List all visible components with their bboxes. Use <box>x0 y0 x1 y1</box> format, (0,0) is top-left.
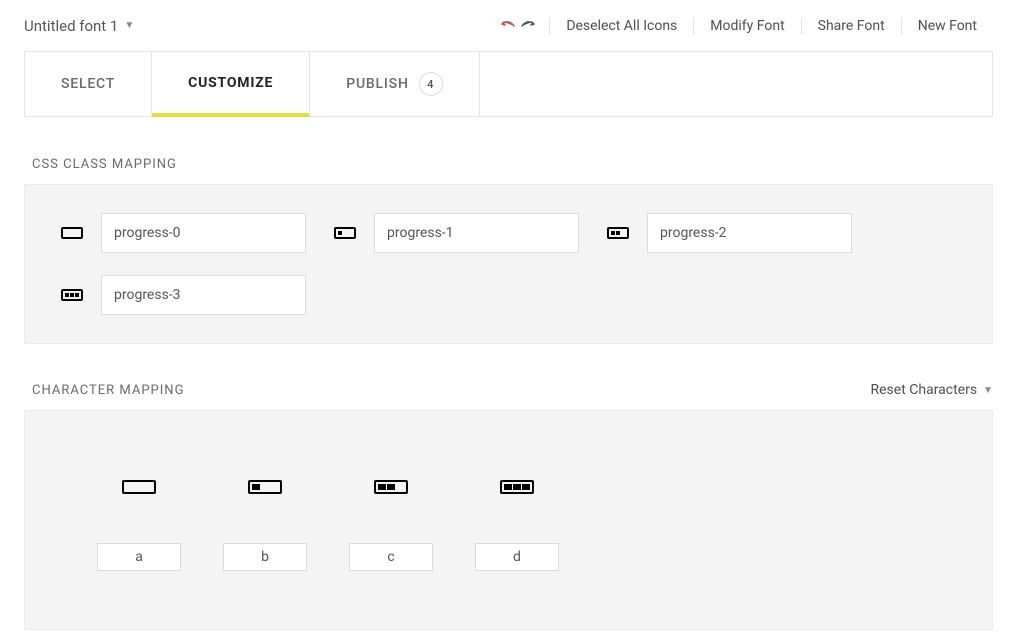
char-map-item <box>97 463 181 571</box>
css-map-item <box>61 213 306 253</box>
font-title-label: Untitled font 1 <box>24 17 118 35</box>
tab-select[interactable]: SELECT <box>25 52 152 116</box>
top-bar: Untitled font 1 ▼ Deselect All Icons Mod… <box>24 12 993 51</box>
redo-icon[interactable] <box>521 16 537 35</box>
progress-0-icon <box>61 227 83 239</box>
char-input[interactable] <box>97 543 181 571</box>
char-map-item <box>223 463 307 571</box>
undo-redo-group <box>489 16 549 35</box>
char-input[interactable] <box>223 543 307 571</box>
css-class-input[interactable] <box>374 213 579 253</box>
tab-customize[interactable]: CUSTOMIZE <box>152 52 310 117</box>
css-class-input[interactable] <box>647 213 852 253</box>
new-font-link[interactable]: New Font <box>901 18 993 34</box>
progress-0-icon <box>122 463 156 511</box>
undo-icon[interactable] <box>501 16 517 35</box>
css-class-input[interactable] <box>101 275 306 315</box>
css-map-item <box>61 275 306 315</box>
char-map-item <box>475 463 559 571</box>
progress-3-icon <box>500 463 534 511</box>
tab-customize-label: CUSTOMIZE <box>188 75 273 91</box>
css-map-item <box>607 213 852 253</box>
char-section-title: CHARACTER MAPPING <box>32 383 184 398</box>
css-section-title: CSS CLASS MAPPING <box>32 157 993 172</box>
progress-2-icon <box>374 463 408 511</box>
char-section-header: CHARACTER MAPPING Reset Characters ▼ <box>24 382 993 398</box>
css-map-item <box>334 213 579 253</box>
progress-1-icon <box>334 227 356 239</box>
topbar-actions: Deselect All Icons Modify Font Share Fon… <box>489 16 993 35</box>
css-mapping-panel <box>24 184 993 344</box>
tab-publish-label: PUBLISH <box>346 76 408 92</box>
tab-select-label: SELECT <box>61 76 115 92</box>
tab-publish[interactable]: PUBLISH 4 <box>310 52 479 116</box>
progress-3-icon <box>61 289 83 301</box>
char-mapping-panel <box>24 410 993 630</box>
reset-characters-dropdown[interactable]: Reset Characters ▼ <box>871 382 994 398</box>
deselect-all-link[interactable]: Deselect All Icons <box>549 18 693 34</box>
char-map-item <box>349 463 433 571</box>
tabs-container: SELECT CUSTOMIZE PUBLISH 4 <box>24 51 993 117</box>
publish-count-badge: 4 <box>419 72 443 96</box>
modify-font-link[interactable]: Modify Font <box>693 18 800 34</box>
char-input[interactable] <box>475 543 559 571</box>
progress-2-icon <box>607 227 629 239</box>
progress-1-icon <box>248 463 282 511</box>
css-class-input[interactable] <box>101 213 306 253</box>
caret-down-icon: ▼ <box>124 20 134 31</box>
char-input[interactable] <box>349 543 433 571</box>
share-font-link[interactable]: Share Font <box>801 18 901 34</box>
caret-down-icon: ▼ <box>983 385 993 396</box>
reset-characters-label: Reset Characters <box>871 382 978 398</box>
font-title-dropdown[interactable]: Untitled font 1 ▼ <box>24 17 134 35</box>
